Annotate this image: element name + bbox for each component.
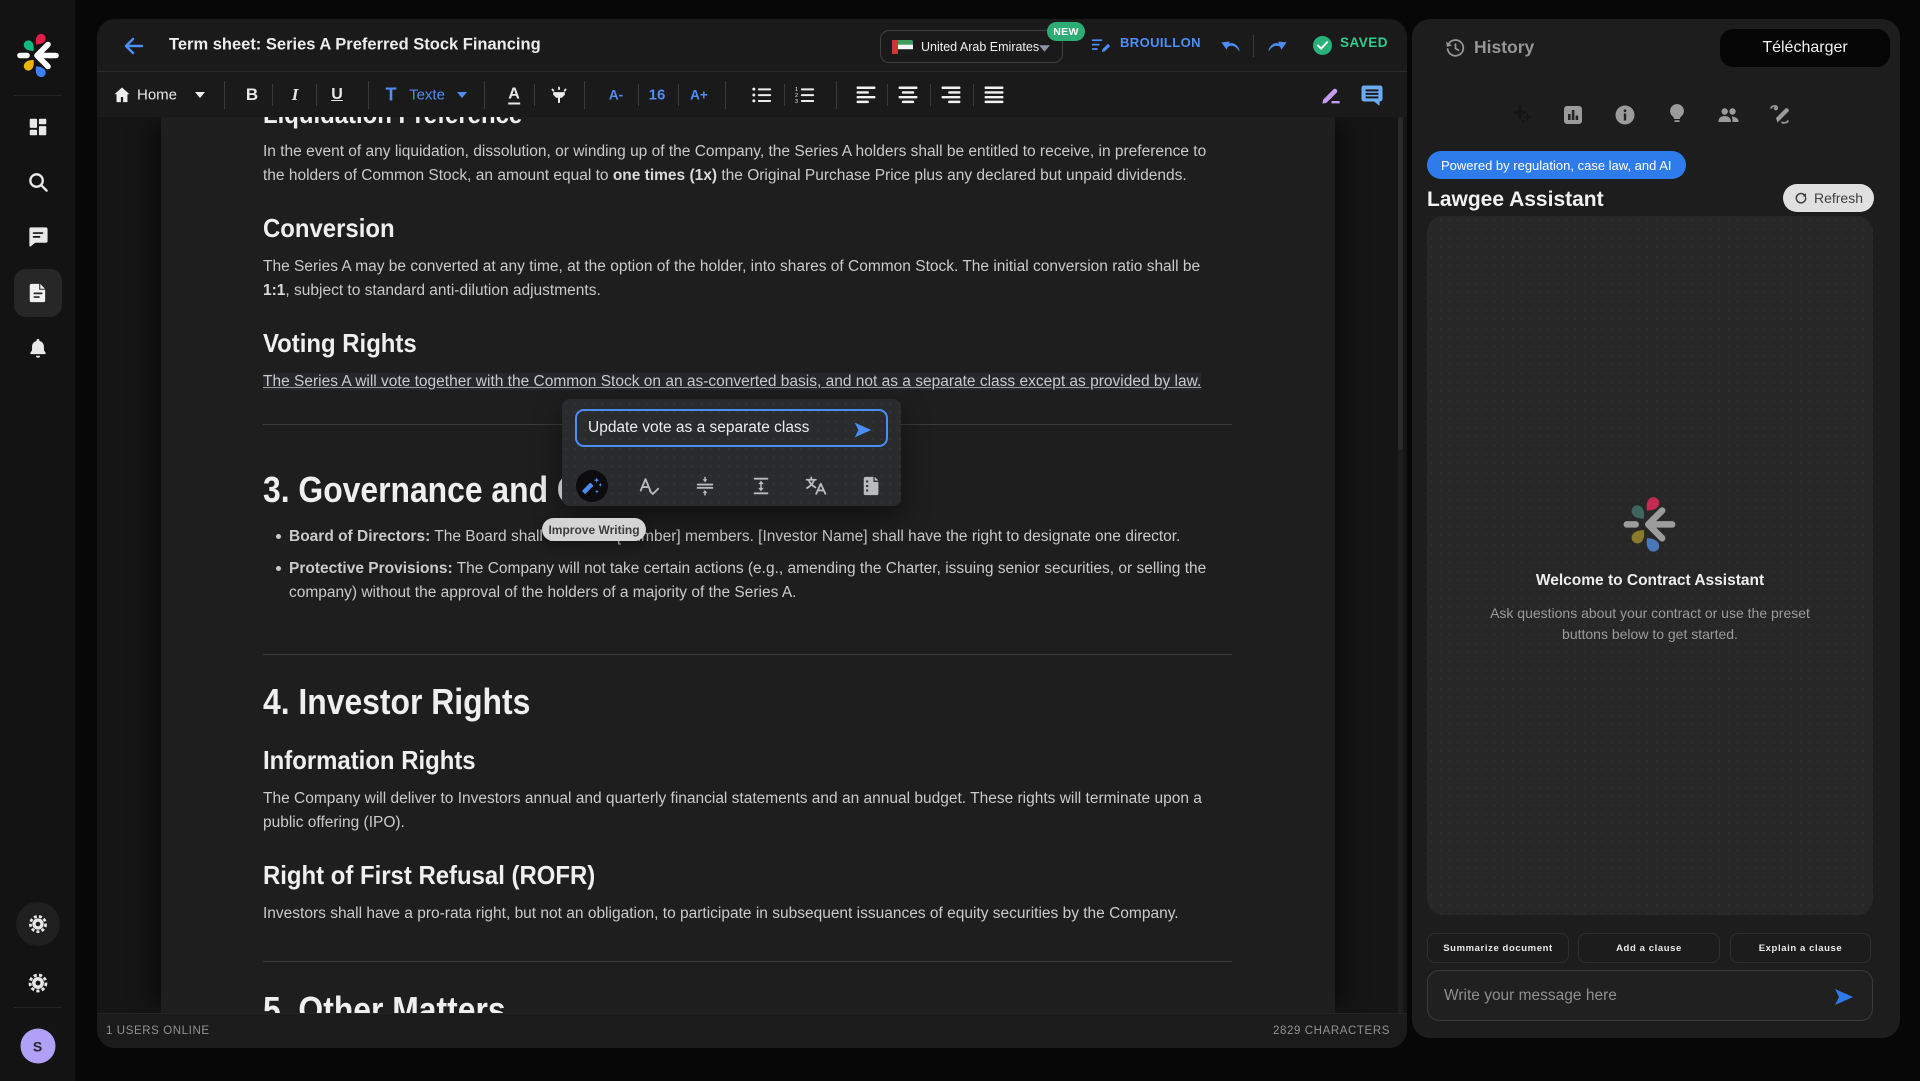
svg-text:3: 3	[795, 99, 798, 104]
